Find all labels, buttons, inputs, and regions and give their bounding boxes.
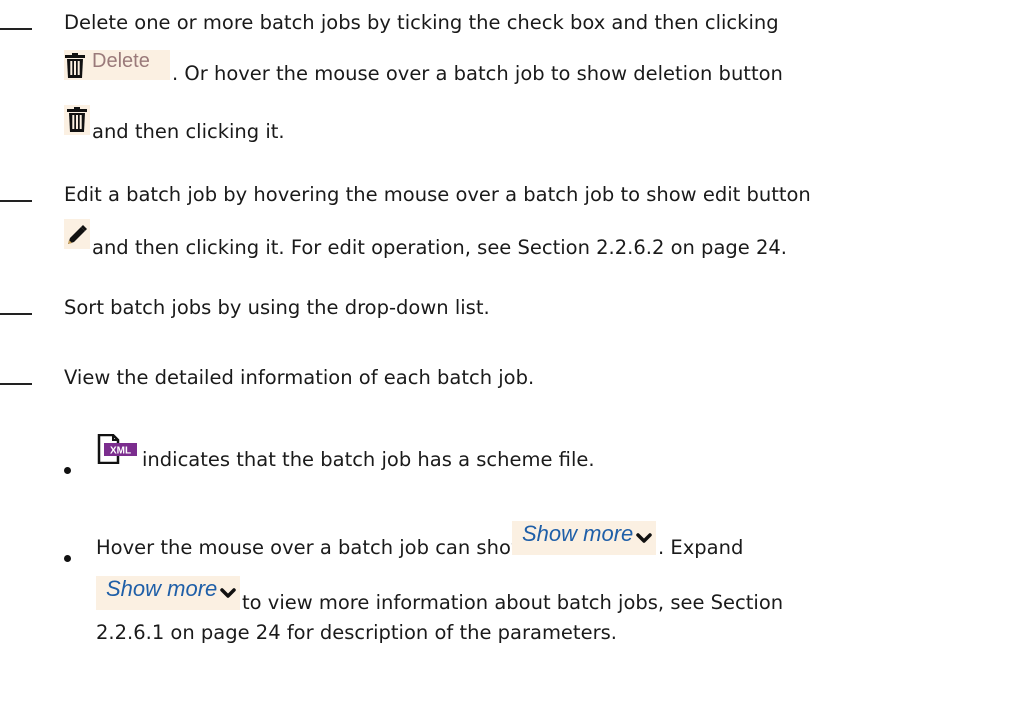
view-line-1: View the detailed information of each ba… xyxy=(64,366,535,389)
trash-icon xyxy=(67,107,87,132)
edit-line-1: Edit a batch job by hovering the mouse o… xyxy=(64,183,811,206)
xml-bullet-text: indicates that the batch job has a schem… xyxy=(142,448,595,471)
trash-icon xyxy=(65,53,85,78)
show-more-button-image: Show more xyxy=(512,521,656,555)
svg-text:XML: XML xyxy=(110,446,131,457)
bullet-marker xyxy=(64,467,71,474)
delete-line-2: . Or hover the mouse over a batch job to… xyxy=(172,62,783,85)
show-more-line-3: 2.2.6.1 on page 24 for description of th… xyxy=(96,621,617,644)
dash-marker xyxy=(0,313,32,315)
chevron-down-icon xyxy=(636,533,652,543)
delete-button-image: Delete xyxy=(64,50,170,80)
dash-marker xyxy=(0,200,32,202)
pencil-icon-image xyxy=(64,219,90,249)
show-more-line-1b: . Expand xyxy=(658,536,744,559)
show-more-label: Show more xyxy=(522,521,634,546)
dash-marker xyxy=(0,383,32,385)
dash-marker xyxy=(0,28,32,30)
bullet-marker xyxy=(64,555,71,562)
pencil-icon xyxy=(68,225,87,244)
show-more-line-2: to view more information about batch job… xyxy=(242,591,784,614)
delete-line-1: Delete one or more batch jobs by ticking… xyxy=(64,11,779,34)
xml-file-icon: XML xyxy=(97,434,137,464)
show-more-label: Show more xyxy=(106,576,218,601)
show-more-button-image: Show more xyxy=(96,576,240,610)
edit-line-2: and then clicking it. For edit operation… xyxy=(92,236,787,259)
delete-line-3: and then clicking it. xyxy=(92,120,285,143)
show-more-line-1a: Hover the mouse over a batch job can sho… xyxy=(96,536,527,559)
chevron-down-icon xyxy=(220,588,236,598)
trash-icon-image xyxy=(64,105,90,135)
sort-line-1: Sort batch jobs by using the drop-down l… xyxy=(64,296,490,319)
xml-file-icon-image: XML xyxy=(96,434,138,464)
delete-button-label: Delete xyxy=(92,50,150,72)
